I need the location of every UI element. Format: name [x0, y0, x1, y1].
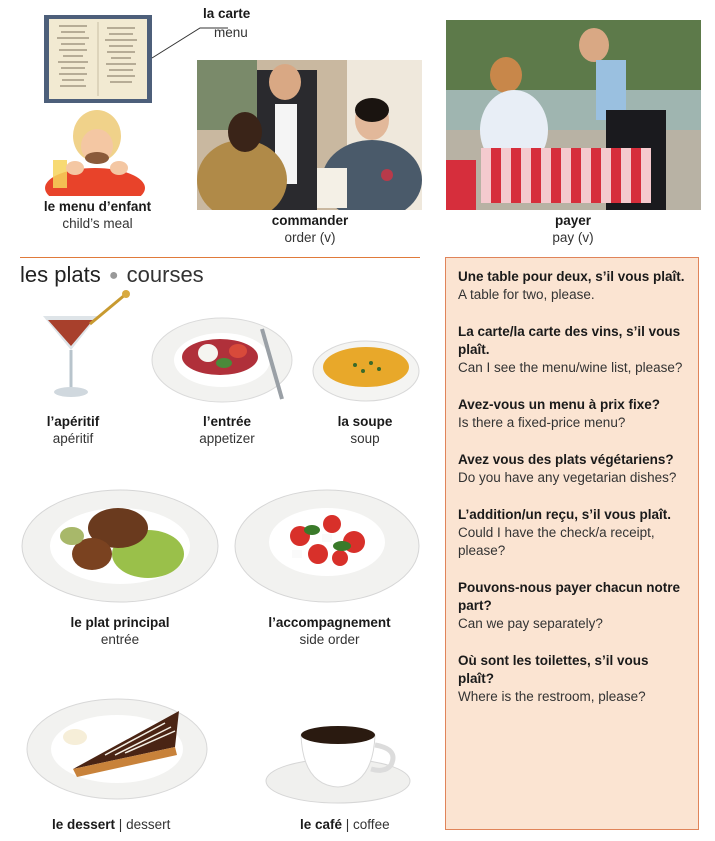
ordering-photo [197, 60, 422, 210]
caption-aperitif: l’apéritif apéritif [18, 413, 128, 447]
caption-fr: la soupe [337, 414, 393, 429]
soup-image [311, 337, 421, 405]
caption-fr: commander [271, 213, 349, 228]
phrase-french: Une table pour deux, s’il vous plaît. [458, 269, 685, 284]
caption-fr: le dessert [52, 817, 116, 832]
caption-en: pay (v) [552, 230, 594, 245]
phrase-french: L’addition/un reçu, s’il vous plaît. [458, 507, 672, 522]
bullet-separator: ● [108, 267, 119, 284]
caption-soupe: la soupe soup [310, 413, 420, 447]
phrase-french: Avez vous des plats végétariens? [458, 452, 674, 467]
phrase-english: Can we pay separately? [458, 616, 603, 631]
paying-photo [446, 20, 701, 210]
menu-card-image [43, 14, 153, 104]
section-divider [20, 257, 420, 258]
phrase-item: Avez vous des plats végétariens? Do you … [458, 451, 686, 487]
caption-en: child’s meal [62, 216, 133, 231]
side-order-image [232, 486, 422, 606]
coffee-image [263, 715, 413, 807]
caption-en: order (v) [284, 230, 336, 245]
caption-fr: le café [300, 817, 343, 832]
phrase-english: Do you have any vegetarian dishes? [458, 470, 677, 485]
phrase-french: Pouvons-nous payer chacun notre part? [458, 580, 681, 613]
caption-payer: payer pay (v) [498, 212, 648, 246]
phrase-item: Une table pour deux, s’il vous plaît. A … [458, 268, 686, 304]
caption-fr: payer [554, 213, 592, 228]
caption-en: appetizer [199, 431, 255, 446]
phrase-english: Is there a fixed-price menu? [458, 415, 626, 430]
caption-en: menu [214, 25, 248, 40]
section-title-fr: les plats [20, 262, 101, 287]
section-title-en: courses [126, 262, 204, 287]
caption-commander: commander order (v) [235, 212, 385, 246]
phrase-english: Can I see the menu/wine list, please? [458, 360, 683, 375]
phrase-item: La carte/la carte des vins, s’il vous pl… [458, 323, 686, 377]
phrase-item: Où sont les toilettes, s’il vous plaît? … [458, 652, 686, 706]
phrase-item: Pouvons-nous payer chacun notre part? Ca… [458, 579, 686, 633]
caption-fr: le menu d’enfant [43, 199, 152, 214]
caption-accompagnement: l’accompagnement side order [247, 614, 412, 648]
caption-fr: la carte [203, 6, 251, 21]
useful-phrases-panel: Une table pour deux, s’il vous plaît. A … [445, 257, 699, 830]
dessert-image [25, 695, 210, 803]
caption-dessert: le dessert | dessert [52, 817, 171, 832]
caption-fr: le plat principal [70, 615, 170, 630]
caption-en: coffee [353, 817, 390, 832]
caption-menu-enfant: le menu d’enfant child’s meal [25, 198, 170, 232]
caption-cafe: le café | coffee [300, 817, 390, 832]
caption-en: dessert [126, 817, 171, 832]
section-title: les plats ● courses [20, 262, 204, 288]
caption-fr: l’accompagnement [268, 615, 391, 630]
caption-en: side order [299, 632, 360, 647]
phrase-french: Où sont les toilettes, s’il vous plaît? [458, 653, 649, 686]
appetizer-image [150, 315, 298, 405]
caption-menu: menu [214, 25, 248, 40]
phrase-english: A table for two, please. [458, 287, 595, 302]
phrase-english: Where is the restroom, please? [458, 689, 646, 704]
caption-fr: l’entrée [202, 414, 252, 429]
child-meal-image [35, 108, 150, 196]
caption-en: apéritif [52, 431, 94, 446]
caption-en: entrée [100, 632, 140, 647]
caption-la-carte: la carte [203, 6, 250, 21]
caption-entree: l’entrée appetizer [172, 413, 282, 447]
main-course-image [20, 486, 220, 606]
caption-fr: l’apéritif [46, 414, 100, 429]
aperitif-image [40, 288, 135, 406]
phrase-item: Avez-vous un menu à prix fixe? Is there … [458, 396, 686, 432]
caption-en: soup [350, 431, 380, 446]
phrase-item: L’addition/un reçu, s’il vous plaît. Cou… [458, 506, 686, 560]
phrase-french: Avez-vous un menu à prix fixe? [458, 397, 661, 412]
caption-plat-principal: le plat principal entrée [40, 614, 200, 648]
phrase-english: Could I have the check/a receipt, please… [458, 525, 655, 558]
phrase-french: La carte/la carte des vins, s’il vous pl… [458, 324, 681, 357]
